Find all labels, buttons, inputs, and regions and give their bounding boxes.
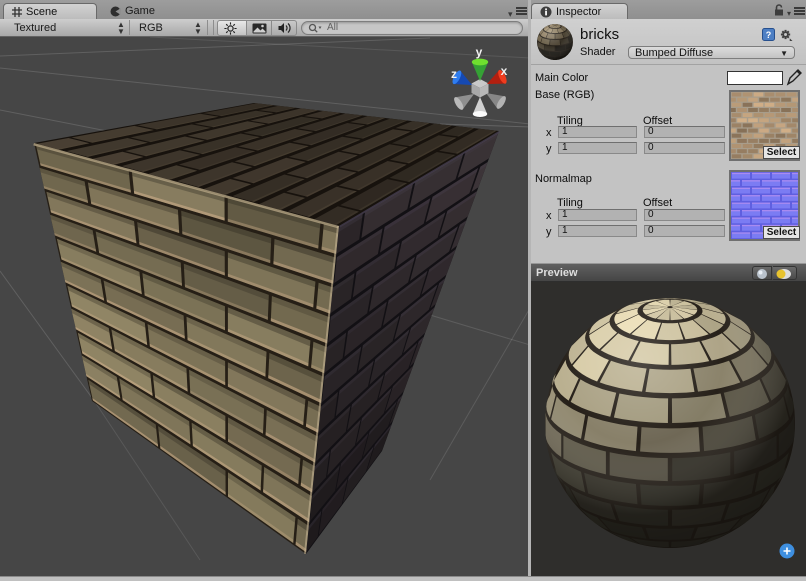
svg-text:y: y bbox=[476, 45, 483, 59]
svg-text:z: z bbox=[451, 67, 457, 81]
svg-text:?: ? bbox=[766, 30, 772, 40]
svg-text:x: x bbox=[501, 64, 508, 78]
